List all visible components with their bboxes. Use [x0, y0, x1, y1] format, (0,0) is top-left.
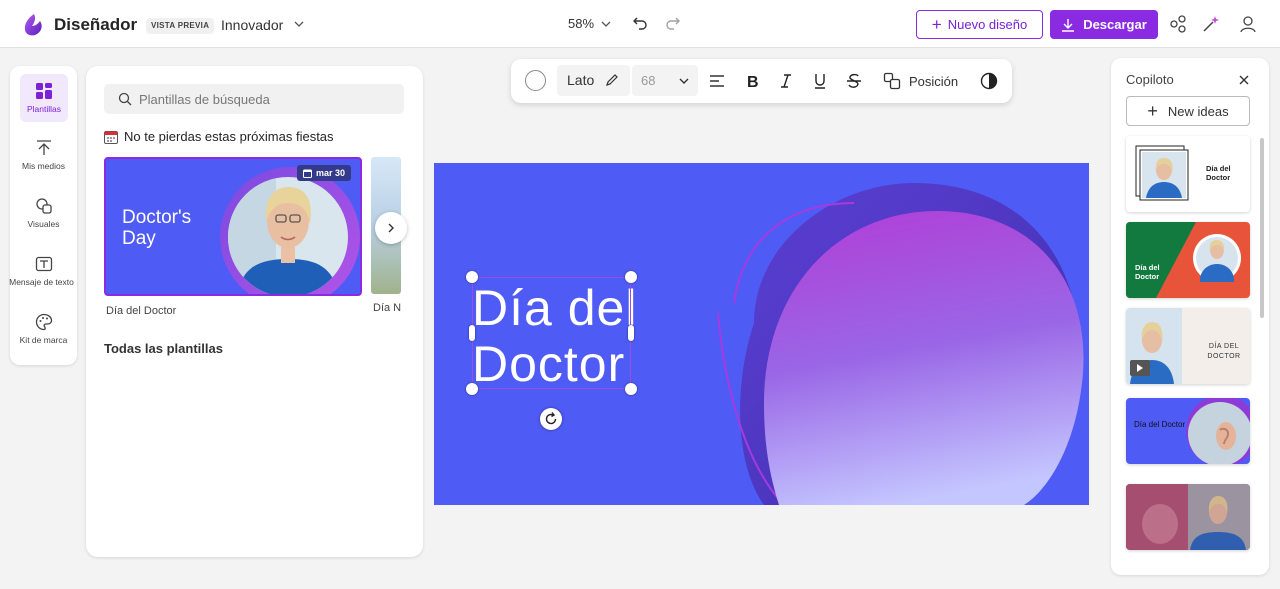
font-name: Lato [567, 72, 595, 88]
date-badge-text: mar 30 [316, 168, 346, 178]
font-size-value: 68 [641, 73, 656, 88]
underline-icon[interactable] [811, 72, 829, 90]
copilot-idea-card[interactable]: Día del Doctor [1126, 136, 1250, 212]
copilot-idea-card[interactable]: Día del Doctor [1126, 398, 1250, 464]
idea-card-text: Día del Doctor [1134, 420, 1186, 429]
svg-text:B: B [747, 74, 759, 90]
resize-handle[interactable] [628, 325, 634, 341]
rail-item-label: Mis medios [22, 161, 65, 171]
template-card-title: Doctor's Day [122, 207, 192, 249]
resize-handle[interactable] [469, 325, 475, 341]
templates-icon [36, 83, 52, 99]
new-design-label: Nuevo diseño [947, 17, 1028, 32]
idea-thumbnail-art [1186, 398, 1250, 464]
rail-item-visuals[interactable]: Visuales [10, 197, 77, 229]
top-bar: Diseñador VISTA PREVIA Innovador 58% + N… [0, 0, 1280, 48]
rail-item-label: Kit de marca [19, 335, 68, 345]
plus-icon: + [1147, 101, 1158, 121]
designer-logo-icon [24, 14, 42, 36]
search-icon [118, 92, 132, 106]
font-picker[interactable]: Lato [557, 65, 630, 96]
new-ideas-button[interactable]: + New ideas [1126, 96, 1250, 126]
transparency-icon[interactable] [980, 72, 998, 90]
magic-icon[interactable] [1201, 14, 1221, 34]
template-card-doctors-day[interactable]: Doctor's Day mar 30 [104, 157, 362, 296]
idea-thumbnail-art [1126, 484, 1250, 550]
download-label: Descargar [1083, 17, 1147, 32]
template-card-caption: Día N [373, 302, 402, 314]
rotate-handle[interactable] [540, 408, 562, 430]
close-icon[interactable] [1237, 73, 1251, 87]
visuals-icon [35, 198, 52, 214]
project-name[interactable]: Innovador [221, 17, 283, 33]
copilot-title: Copiloto [1126, 72, 1174, 87]
italic-icon[interactable] [777, 72, 795, 90]
chevron-right-icon [388, 223, 394, 233]
plus-icon: + [931, 15, 942, 34]
rail-item-brand-kit[interactable]: Kit de marca [10, 313, 77, 345]
resize-handle[interactable] [466, 383, 478, 395]
calendar-icon [104, 130, 118, 144]
rail-item-templates[interactable]: Plantillas [20, 74, 68, 122]
scrollbar[interactable] [1260, 138, 1264, 318]
rail-item-label: Visuales [27, 219, 60, 229]
chevron-down-icon[interactable] [600, 18, 612, 30]
upload-icon [36, 140, 51, 155]
template-card-caption: Día del Doctor [106, 305, 177, 317]
bold-icon[interactable]: B [743, 72, 761, 90]
download-icon [1062, 18, 1075, 32]
preview-badge: VISTA PREVIA [146, 18, 215, 34]
date-badge: mar 30 [297, 165, 352, 181]
text-icon [35, 256, 52, 272]
resize-handle[interactable] [625, 271, 637, 283]
rail-item-label: Mensaje de texto [9, 277, 74, 287]
all-templates-heading[interactable]: Todas las plantillas [104, 341, 223, 356]
format-toolbar: Lato 68 B Posición [511, 59, 1012, 103]
copilot-panel: Copiloto + New ideas Día del Doctor Día … [1111, 58, 1269, 575]
rail-item-my-media[interactable]: Mis medios [10, 139, 77, 171]
rail-item-label: Plantillas [26, 104, 62, 114]
account-icon[interactable] [1238, 14, 1258, 34]
pencil-icon [606, 74, 618, 86]
idea-card-text: DÍA DEL DOCTOR [1207, 343, 1241, 360]
text-color-picker[interactable] [525, 70, 546, 91]
template-search[interactable] [104, 84, 404, 114]
strikethrough-icon[interactable] [845, 72, 863, 90]
section-heading: No te pierdas estas próximas fiestas [104, 129, 334, 144]
share-icon[interactable] [1168, 14, 1188, 34]
idea-thumbnail-art [1126, 222, 1241, 298]
font-size-picker[interactable]: 68 [632, 65, 698, 96]
position-label: Posición [909, 73, 959, 89]
search-input[interactable] [139, 89, 389, 109]
redo-icon[interactable] [665, 15, 681, 31]
resize-handle[interactable] [625, 383, 637, 395]
download-button[interactable]: Descargar [1050, 10, 1158, 39]
chevron-down-icon[interactable] [293, 17, 305, 31]
idea-card-text: Día del Doctor [1135, 263, 1160, 281]
undo-icon[interactable] [632, 15, 648, 31]
idea-card-text: Día del Doctor [1206, 164, 1231, 182]
new-design-button[interactable]: + Nuevo diseño [916, 10, 1043, 39]
palette-icon [35, 313, 52, 331]
rail-item-text[interactable]: Mensaje de texto [9, 255, 77, 287]
calendar-icon [303, 169, 312, 178]
new-ideas-label: New ideas [1167, 103, 1229, 119]
copilot-idea-card[interactable] [1126, 484, 1250, 550]
selection-box [472, 277, 631, 389]
left-rail: Plantillas Mis medios Visuales Mensaje d… [9, 66, 77, 365]
position-button[interactable]: Posición [883, 72, 958, 90]
position-icon [883, 72, 901, 90]
templates-panel: No te pierdas estas próximas fiestas Doc… [86, 66, 423, 557]
copilot-idea-card[interactable]: DÍA DEL DOCTOR [1126, 308, 1250, 384]
resize-handle[interactable] [466, 271, 478, 283]
section-title: No te pierdas estas próximas fiestas [124, 129, 334, 144]
chevron-down-icon [679, 78, 689, 84]
carousel-next-button[interactable] [375, 212, 407, 244]
rotate-icon [545, 412, 557, 425]
app-title: Diseñador [54, 15, 138, 34]
zoom-level[interactable]: 58% [568, 16, 594, 31]
copilot-idea-card[interactable]: Día del Doctor [1126, 222, 1250, 298]
align-left-icon[interactable] [708, 72, 726, 90]
